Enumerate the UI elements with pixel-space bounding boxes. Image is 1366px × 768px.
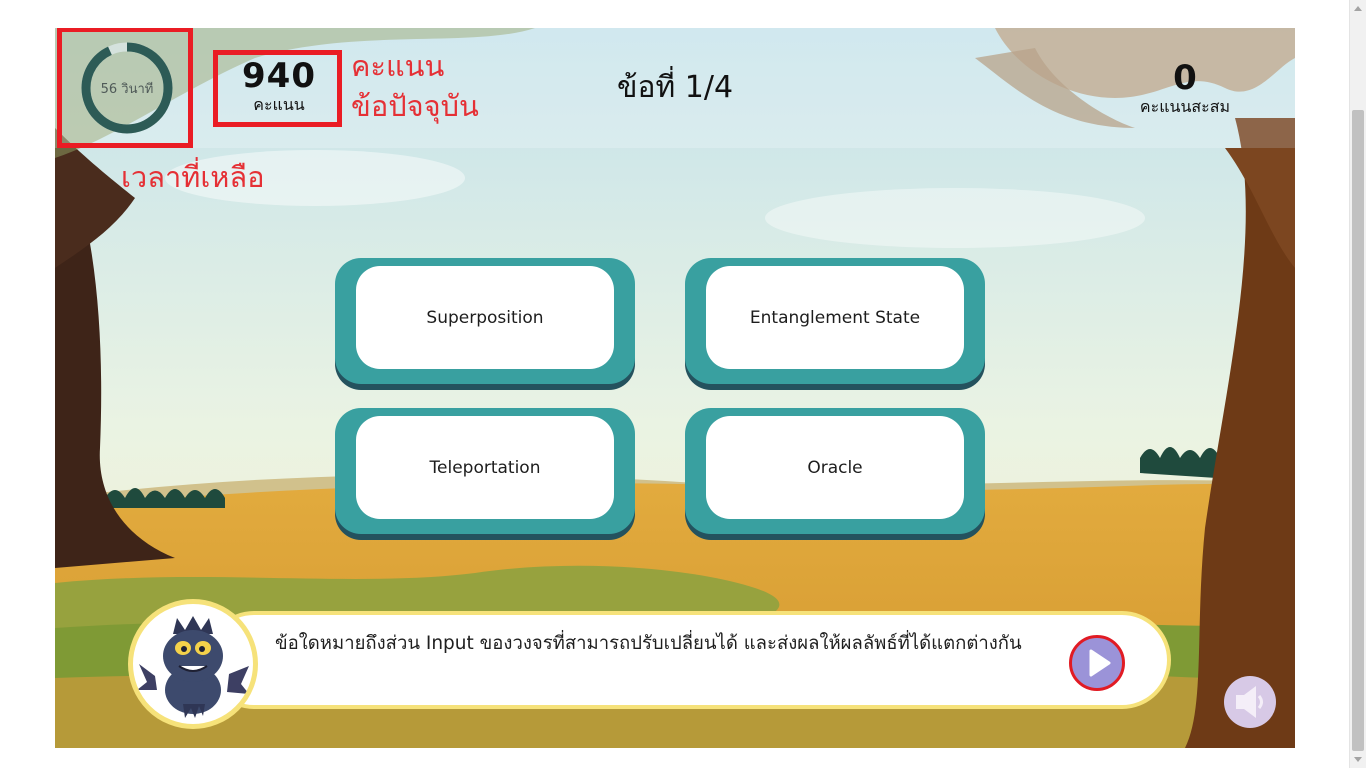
answer-card: Teleportation xyxy=(356,416,614,519)
question-text: ข้อใดหมายถึงส่วน Input ของวงจรที่สามารถป… xyxy=(275,633,1022,654)
game-stage: 56 วินาที เวลาที่เหลือ 940 คะแนน คะแนน ข… xyxy=(55,28,1295,748)
score-annotation-line1: คะแนน xyxy=(351,49,445,83)
play-audio-button[interactable] xyxy=(1069,635,1125,691)
answer-card: Entanglement State xyxy=(706,266,964,369)
total-score-label: คะแนนสะสม xyxy=(1139,97,1231,116)
speaker-icon xyxy=(1236,686,1263,718)
answer-label: Entanglement State xyxy=(749,307,921,328)
page: 56 วินาที เวลาที่เหลือ 940 คะแนน คะแนน ข… xyxy=(0,0,1366,768)
answer-option-4[interactable]: Oracle xyxy=(685,408,985,534)
timer-annotation: เวลาที่เหลือ xyxy=(121,160,265,194)
question-counter: ข้อที่ 1/4 xyxy=(616,70,734,105)
answer-label: Oracle xyxy=(807,457,863,478)
answer-option-2[interactable]: Entanglement State xyxy=(685,258,985,384)
mascot-avatar xyxy=(128,599,258,729)
total-score-value: 0 xyxy=(1173,58,1197,98)
answer-label: Superposition xyxy=(426,307,544,328)
dragon-mascot-icon xyxy=(137,616,249,718)
sound-toggle-button[interactable] xyxy=(1224,676,1276,728)
answer-card: Oracle xyxy=(706,416,964,519)
answer-card: Superposition xyxy=(356,266,614,369)
score-highlight-box xyxy=(213,50,342,127)
total-score: 0 คะแนนสะสม xyxy=(1125,58,1245,116)
answer-option-3[interactable]: Teleportation xyxy=(335,408,635,534)
timer-highlight-box xyxy=(57,28,193,148)
scroll-up-arrow-icon[interactable] xyxy=(1350,0,1366,17)
score-annotation-line2: ข้อปัจจุบัน xyxy=(351,89,479,123)
page-scrollbar[interactable] xyxy=(1349,0,1366,768)
scroll-thumb[interactable] xyxy=(1352,110,1364,751)
play-icon xyxy=(1089,649,1111,677)
scroll-down-arrow-icon[interactable] xyxy=(1350,751,1366,768)
answer-label: Teleportation xyxy=(429,457,541,478)
answer-option-1[interactable]: Superposition xyxy=(335,258,635,384)
question-bar: ข้อใดหมายถึงส่วน Input ของวงจรที่สามารถป… xyxy=(205,611,1171,709)
